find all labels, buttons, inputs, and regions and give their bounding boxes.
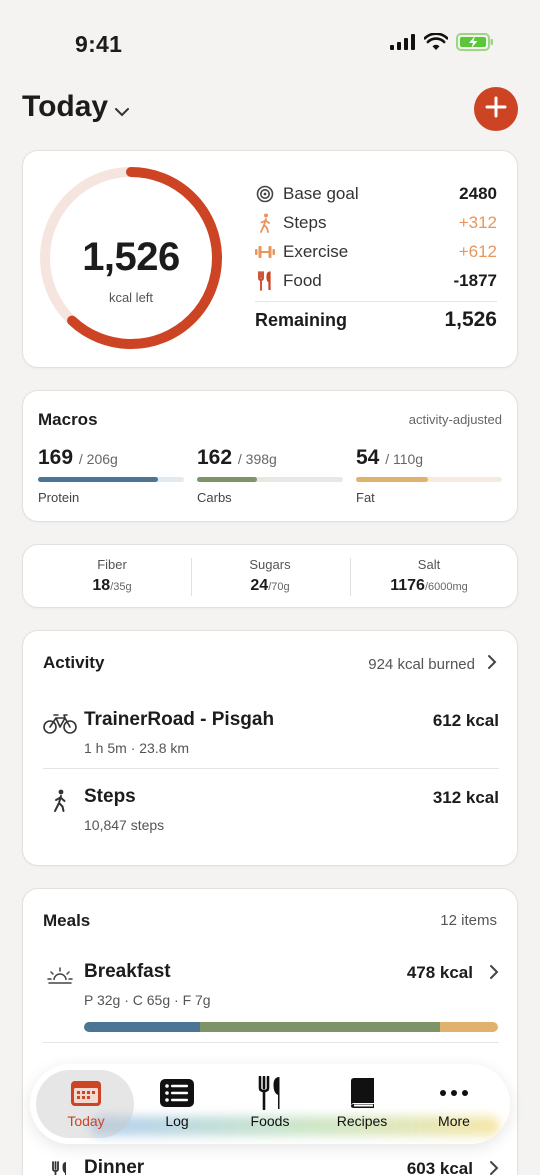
meals-title: Meals [43, 911, 91, 930]
chevron-down-icon[interactable] [114, 105, 130, 123]
macros-card[interactable]: Macros activity-adjusted 169 / 206g Prot… [22, 390, 518, 522]
micro-fiber: Fiber 18/35g [92, 557, 132, 594]
calendar-icon [40, 1076, 132, 1110]
meal-bar-segment [84, 1022, 200, 1032]
target-icon [255, 184, 275, 204]
book-icon [316, 1076, 408, 1110]
base-goal-row: Base goal 2480 [255, 180, 497, 208]
bottom-nav: Today Log Foods Recipes More [30, 1064, 510, 1144]
bicycle-icon [43, 712, 77, 736]
dumbbell-icon [255, 242, 275, 262]
micro-sugars: Sugars 24/70g [249, 557, 291, 594]
calorie-ring: 1,526 kcal left [36, 163, 226, 353]
food-row: Food -1877 [255, 267, 497, 295]
battery-icon [456, 33, 494, 56]
micro-salt: Salt 1176/6000mg [390, 557, 468, 594]
add-button[interactable] [474, 87, 518, 131]
nav-foods[interactable]: Foods [224, 1076, 316, 1136]
nav-today[interactable]: Today [40, 1076, 132, 1136]
kcal-left-label: kcal left [108, 290, 154, 305]
calorie-summary-card: 1,526 kcal left Base goal 2480 Steps +31… [22, 150, 518, 368]
page-title[interactable]: Today [22, 90, 108, 124]
macros-title: Macros [38, 410, 98, 429]
macro-protein: 169 / 206g Protein [38, 446, 184, 505]
micronutrients-card[interactable]: Fiber 18/35g Sugars 24/70g Salt 1176/600… [22, 544, 518, 608]
status-bar: 9:41 [0, 0, 540, 90]
nav-more[interactable]: More [408, 1076, 500, 1136]
walking-icon [255, 213, 275, 233]
nav-log[interactable]: Log [131, 1076, 223, 1136]
fat-progress-bar [356, 477, 502, 482]
kcal-left-value: 1,526 [82, 235, 180, 279]
more-icon [408, 1076, 500, 1110]
chevron-right-icon [489, 964, 499, 985]
chevron-right-icon [489, 1160, 499, 1175]
macro-fat: 54 / 110g Fat [356, 446, 502, 505]
signal-icon [390, 34, 416, 55]
sunrise-icon [43, 964, 77, 988]
protein-progress-bar [38, 477, 184, 482]
activity-title: Activity [43, 653, 105, 672]
remaining-value: 1,526 [444, 308, 497, 331]
divider [255, 301, 497, 302]
macro-carbs: 162 / 398g Carbs [197, 446, 343, 505]
activity-item-trainerroad[interactable]: TrainerRoad - Pisgah 1 h 5m · 23.8 km 61… [43, 709, 499, 769]
exercise-row: Exercise +612 [255, 238, 497, 266]
divider [191, 558, 192, 596]
meal-bar-segment [440, 1022, 498, 1032]
steps-kcal-value: +312 [458, 213, 497, 232]
activity-summary-link[interactable]: 924 kcal burned [368, 654, 497, 674]
status-time: 9:41 [75, 31, 123, 57]
remaining-row: Remaining 1,526 [255, 308, 497, 331]
meal-item-dinner[interactable]: Dinner 603 kcal [43, 1157, 499, 1175]
food-kcal-value: -1877 [453, 271, 497, 290]
plus-icon [485, 96, 507, 123]
exercise-kcal-value: +612 [458, 242, 497, 261]
fork-knife-icon [43, 1160, 77, 1175]
activity-card: Activity 924 kcal burned TrainerRoad - P… [22, 630, 518, 866]
wifi-icon [423, 32, 449, 56]
fork-knife-icon [224, 1076, 316, 1110]
divider [43, 1042, 499, 1043]
meal-bar-segment [199, 1022, 441, 1032]
nav-recipes[interactable]: Recipes [316, 1076, 408, 1136]
macros-note: activity-adjusted [408, 412, 502, 427]
base-goal-value: 2480 [459, 184, 497, 203]
chevron-right-icon [487, 654, 497, 674]
divider [43, 768, 499, 769]
carbs-progress-bar [197, 477, 343, 482]
breakfast-macro-bar [84, 1022, 498, 1032]
fork-knife-icon [255, 271, 275, 291]
meal-item-breakfast[interactable]: Breakfast P 32g · C 65g · F 7g 478 kcal [43, 961, 499, 1041]
meals-count: 12 items [440, 912, 497, 929]
list-icon [131, 1076, 223, 1110]
walking-icon [43, 789, 77, 813]
divider [350, 558, 351, 596]
steps-row: Steps +312 [255, 209, 497, 237]
activity-item-steps[interactable]: Steps 10,847 steps 312 kcal [43, 786, 499, 846]
